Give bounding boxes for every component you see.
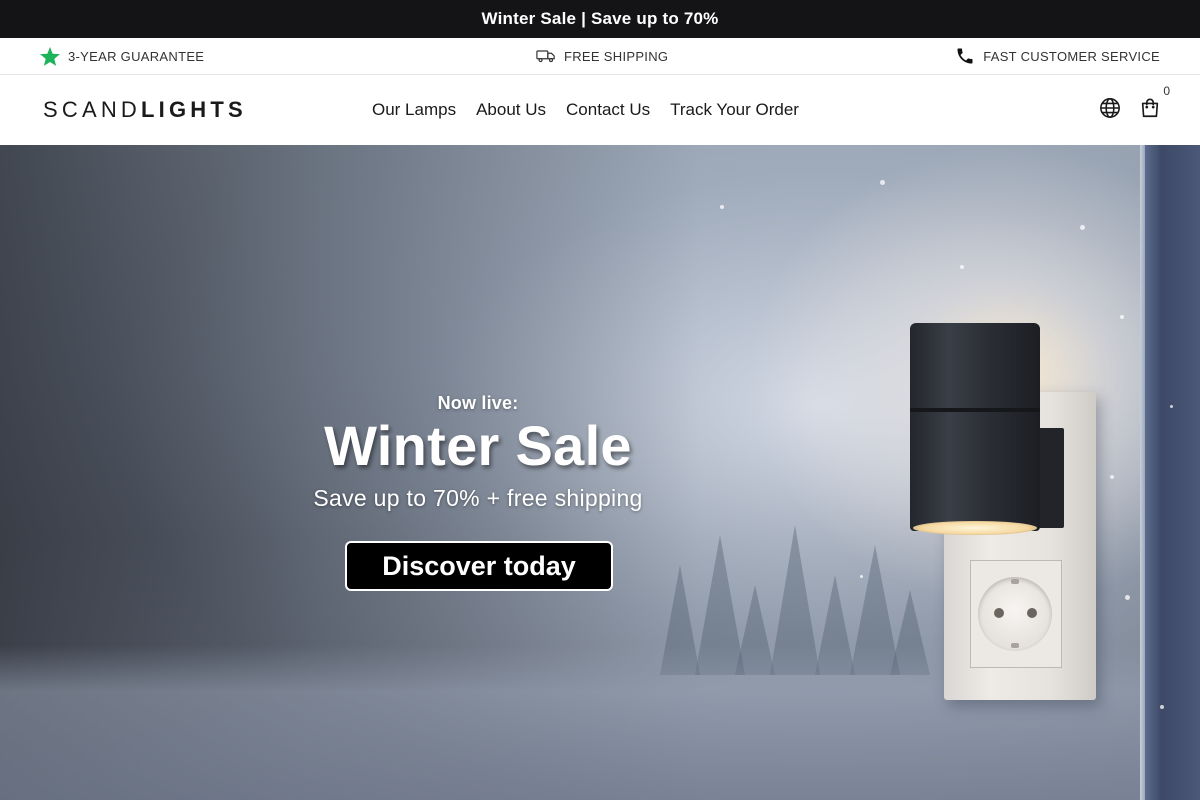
snowflake — [1125, 595, 1130, 600]
cart-button[interactable]: 0 — [1138, 84, 1170, 124]
snowflake — [960, 265, 964, 269]
usp-service-label: FAST CUSTOMER SERVICE — [983, 48, 1160, 64]
hero-wall — [1145, 145, 1200, 800]
snowflake — [1170, 405, 1173, 408]
snowflake — [720, 205, 724, 209]
socket-hole — [994, 608, 1004, 618]
usp-guarantee: 3-YEAR GUARANTEE — [40, 38, 204, 74]
globe-icon — [1099, 97, 1121, 124]
hero-subtitle: Save up to 70% + free shipping — [313, 485, 643, 511]
socket-pin — [1011, 579, 1019, 584]
site-logo[interactable]: SCANDLIGHTS — [43, 97, 247, 123]
cart-count-badge: 0 — [1163, 84, 1170, 98]
usp-shipping: FREE SHIPPING — [536, 38, 668, 74]
nav-about-us[interactable]: About Us — [476, 100, 546, 120]
snowflake — [1160, 705, 1164, 709]
announcement-bar: Winter Sale | Save up to 70% — [0, 0, 1200, 38]
star-icon — [40, 46, 60, 66]
socket-hole — [1027, 608, 1037, 618]
hero-kicker: Now live: — [437, 393, 519, 413]
nav-track-order[interactable]: Track Your Order — [670, 100, 799, 120]
nav-contact-us[interactable]: Contact Us — [566, 100, 650, 120]
snowflake — [1110, 475, 1114, 479]
snowflake — [860, 575, 863, 578]
phone-icon — [955, 46, 975, 66]
snowflake — [1080, 225, 1085, 230]
hero-banner: Now live: Winter Sale Save up to 70% + f… — [0, 145, 1200, 800]
usp-bar: 3-YEAR GUARANTEE FREE SHIPPING FAST CUST… — [0, 38, 1200, 75]
power-socket — [978, 577, 1052, 651]
usp-service: FAST CUSTOMER SERVICE — [955, 38, 1160, 74]
discover-button[interactable]: Discover today — [345, 541, 613, 591]
logo-bold-text: LIGHTS — [141, 97, 247, 122]
usp-shipping-label: FREE SHIPPING — [564, 48, 669, 64]
snowflake — [1120, 315, 1124, 319]
snowflake — [880, 180, 885, 185]
hero-title: Winter Sale — [324, 414, 632, 477]
truck-icon — [536, 49, 556, 63]
lamp-light — [913, 521, 1037, 535]
announcement-text: Winter Sale | Save up to 70% — [481, 9, 719, 28]
socket-pin — [1011, 643, 1019, 648]
header-actions: 0 — [1098, 75, 1170, 145]
lamp-bracket — [1038, 428, 1064, 528]
main-nav: Our Lamps About Us Contact Us Track Your… — [372, 75, 799, 145]
usp-guarantee-label: 3-YEAR GUARANTEE — [68, 48, 205, 64]
language-button[interactable] — [1098, 97, 1122, 124]
nav-our-lamps[interactable]: Our Lamps — [372, 100, 456, 120]
site-header: SCANDLIGHTS Our Lamps About Us Contact U… — [0, 75, 1200, 145]
shopping-bag-icon — [1139, 97, 1161, 124]
logo-light-text: SCAND — [43, 97, 142, 122]
